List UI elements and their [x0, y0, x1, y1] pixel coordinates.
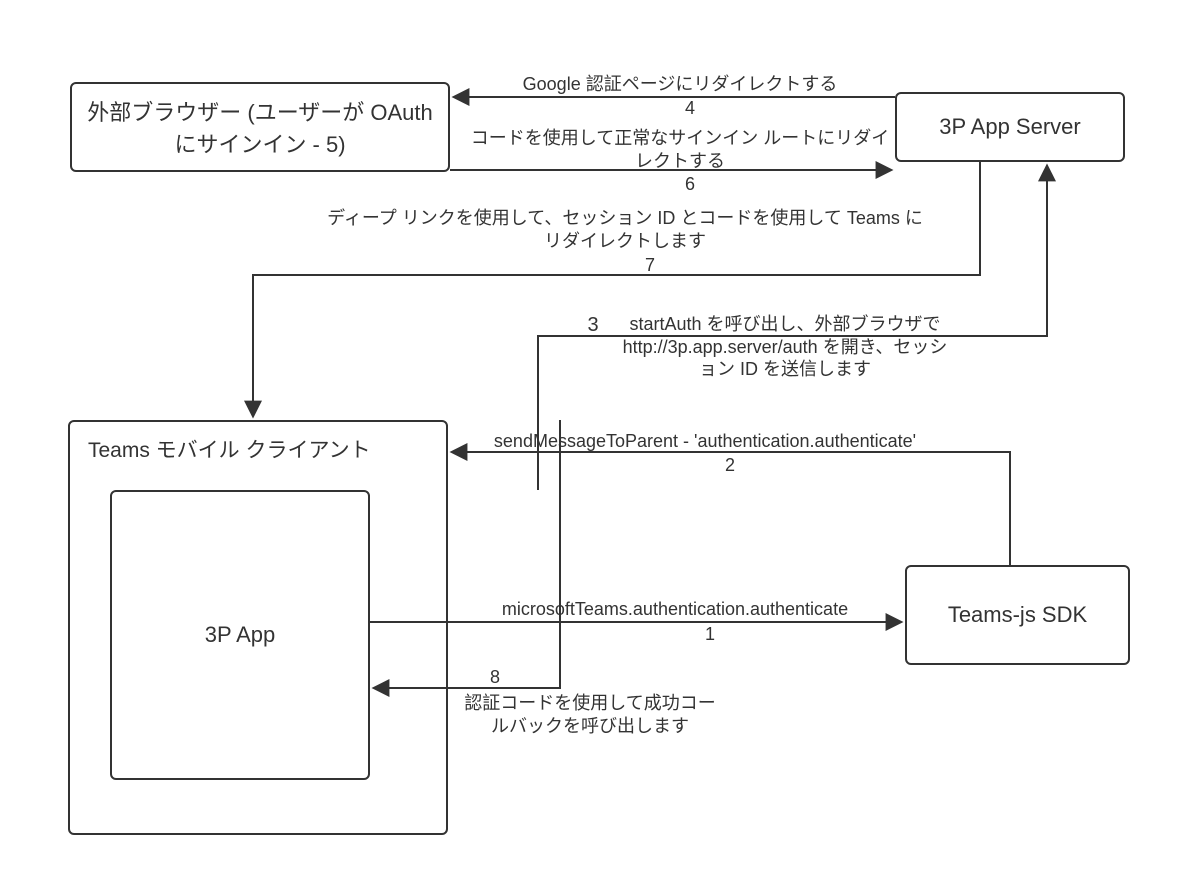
edge-3: [538, 166, 1047, 490]
edge-8: [374, 420, 560, 688]
edge-2: [452, 452, 1010, 565]
edge-7: [253, 162, 980, 416]
